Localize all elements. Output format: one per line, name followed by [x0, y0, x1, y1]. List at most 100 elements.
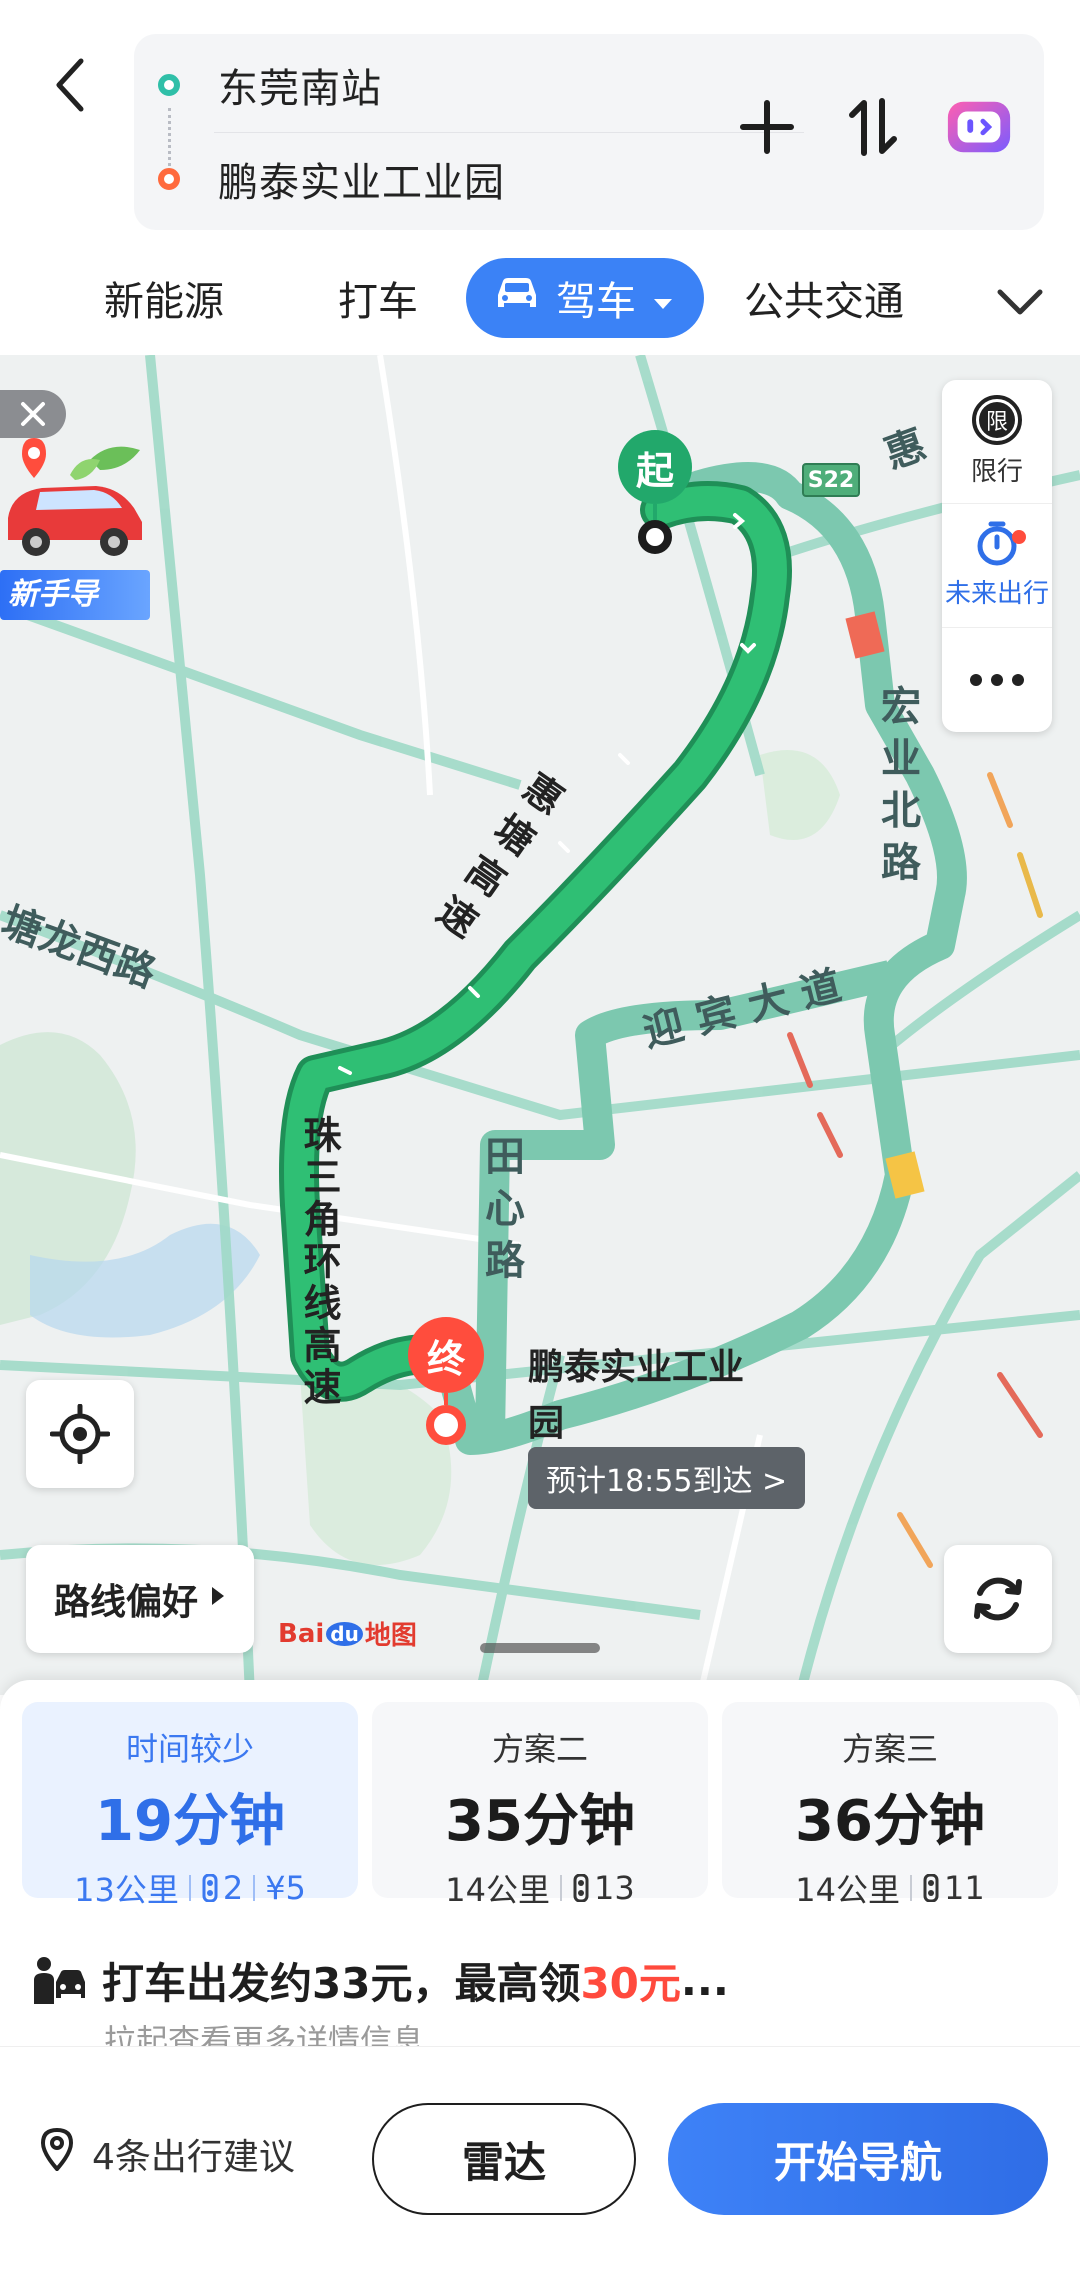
destination-map-label: 鹏泰实业工业园 [528, 1347, 745, 1444]
highway-shield: S22 [802, 463, 860, 497]
locate-icon [50, 1404, 110, 1464]
route-plan-2[interactable]: 方案二 35分钟 14公里 13 [372, 1702, 708, 1909]
plan-time: 35分钟 [445, 1789, 635, 1854]
taxi-offer[interactable]: 打车出发约33元，最高领 30元 ... [32, 1950, 729, 2011]
novice-guide-banner[interactable]: 新手导 [0, 390, 150, 620]
chevron-down-icon [997, 289, 1043, 315]
tab-new-energy[interactable]: 新能源 [104, 258, 224, 338]
restriction-button[interactable]: 限 限行 [942, 380, 1052, 504]
end-marker-label: 终 [408, 1317, 484, 1393]
plan-distance: 14公里 [795, 1871, 900, 1909]
divider [910, 1875, 912, 1901]
swap-icon [849, 98, 897, 156]
voice-assistant-button[interactable] [944, 92, 1014, 162]
notification-dot [1012, 530, 1026, 544]
destination-field[interactable]: 鹏泰实业工业园 [158, 134, 505, 224]
travel-suggestions-button[interactable]: 4条出行建议 [40, 2127, 295, 2180]
logo-map: 地图 [364, 1621, 417, 1651]
traffic-light-icon [572, 1874, 590, 1902]
plan-meta: 14公里 11 [795, 1865, 984, 1911]
origin-field[interactable]: 东莞南站 [158, 40, 382, 130]
traffic-light-icon [922, 1874, 940, 1902]
travel-mode-tabs: 新能源 打车 驾车 公共交通 [0, 250, 1080, 350]
plan-name: 时间较少 [125, 1730, 254, 1768]
taxi-person-icon [32, 1956, 86, 2006]
divider [253, 1875, 256, 1901]
more-dots-icon [970, 674, 1024, 686]
refresh-route-button[interactable] [944, 1545, 1052, 1653]
close-icon [21, 402, 45, 426]
future-trip-label: 未来出行 [944, 579, 1049, 609]
triangle-right-icon [210, 1584, 226, 1614]
car-illustration-icon [8, 438, 142, 556]
logo-du: du [326, 1621, 363, 1646]
caret-down-icon [652, 275, 674, 321]
baidu-map-logo: Bai du 地图 [278, 1615, 417, 1652]
origin-text: 东莞南站 [218, 66, 382, 112]
refresh-icon [974, 1577, 1022, 1621]
plan-time: 36分钟 [795, 1789, 985, 1854]
add-waypoint-button[interactable] [732, 92, 802, 162]
logo-bai: Bai [278, 1618, 325, 1649]
end-marker[interactable]: 终 [408, 1317, 488, 1445]
plan-lights: 11 [944, 1869, 985, 1907]
tab-transit[interactable]: 公共交通 [744, 258, 904, 338]
bottom-action-bar: 4条出行建议 雷达 开始导航 [0, 2046, 1080, 2277]
destination-dot-icon [158, 168, 180, 190]
traffic-light-icon [201, 1874, 219, 1902]
route-actions [732, 92, 1014, 162]
map-side-panel: 限 限行 未来出行 [942, 380, 1052, 732]
destination-text: 鹏泰实业工业园 [218, 160, 505, 206]
plan-distance: 14公里 [445, 1871, 550, 1909]
road-label-tianxin: 田心路 [478, 1135, 524, 1291]
start-dot-icon [638, 520, 672, 554]
plan-lights: 2 [222, 1869, 244, 1907]
road-label-hongye: 宏业北路 [874, 685, 920, 893]
route-preference-label: 路线偏好 [54, 1582, 199, 1623]
plan-name: 方案二 [491, 1730, 588, 1768]
tab-drive[interactable]: 驾车 [466, 258, 704, 338]
chevron-left-icon [56, 58, 84, 112]
restriction-label: 限行 [970, 457, 1023, 487]
divider [214, 132, 804, 133]
start-marker[interactable]: 起 [618, 430, 698, 554]
sheet-drag-handle[interactable] [480, 1643, 600, 1653]
eta-tag[interactable]: 预计18:55到达 > [528, 1447, 806, 1509]
plan-time: 19分钟 [95, 1789, 285, 1854]
back-button[interactable] [40, 45, 100, 125]
route-input-box: 东莞南站 鹏泰实业工业园 [134, 34, 1044, 230]
location-pin-icon [40, 2127, 74, 2180]
start-navigation-button[interactable]: 开始导航 [668, 2103, 1048, 2215]
radar-button[interactable]: 雷达 [372, 2103, 636, 2215]
plan-name: 方案三 [841, 1730, 938, 1768]
divider [560, 1875, 562, 1901]
plan-distance: 13公里 [74, 1871, 179, 1909]
more-options-button[interactable] [942, 628, 1052, 732]
assistant-icon [947, 101, 1011, 153]
novice-guide-label: 新手导 [0, 570, 150, 620]
route-plan-1[interactable]: 时间较少 19分钟 13公里 2 ¥5 [22, 1702, 358, 1909]
taxi-offer-text: 打车出发约33元，最高领 [102, 1959, 581, 2008]
plan-meta: 14公里 13 [445, 1865, 634, 1911]
taxi-offer-highlight: 30元 [580, 1959, 681, 2008]
route-map[interactable]: S22 惠 宏业北路 塘龙西路 迎宾大道 田心路 惠塘高速 珠三角环线高速 起 … [0, 355, 1080, 1695]
swap-route-button[interactable] [838, 92, 908, 162]
plan-fee: ¥5 [265, 1869, 306, 1907]
more-modes-button[interactable] [990, 272, 1050, 332]
route-preference-button[interactable]: 路线偏好 [26, 1545, 255, 1653]
clock-icon [977, 521, 1017, 566]
locate-button[interactable] [26, 1380, 134, 1488]
end-dot-icon [426, 1405, 466, 1445]
route-plan-3[interactable]: 方案三 36分钟 14公里 11 [722, 1702, 1058, 1909]
plan-lights: 13 [594, 1869, 635, 1907]
restriction-icon: 限 [972, 395, 1022, 445]
start-marker-label: 起 [618, 430, 692, 504]
taxi-offer-subtext: 拉起查看更多详情信息 [104, 2022, 425, 2048]
route-header: 东莞南站 鹏泰实业工业园 [0, 0, 1080, 250]
tab-taxi[interactable]: 打车 [338, 258, 418, 338]
route-plan-list: 时间较少 19分钟 13公里 2 ¥5 方案二 35分钟 14公里 13 方案三… [22, 1702, 1058, 1909]
tab-drive-label: 驾车 [556, 279, 636, 325]
plus-icon [740, 100, 794, 154]
future-trip-button[interactable]: 未来出行 [942, 504, 1052, 628]
plan-meta: 13公里 2 ¥5 [74, 1865, 306, 1911]
